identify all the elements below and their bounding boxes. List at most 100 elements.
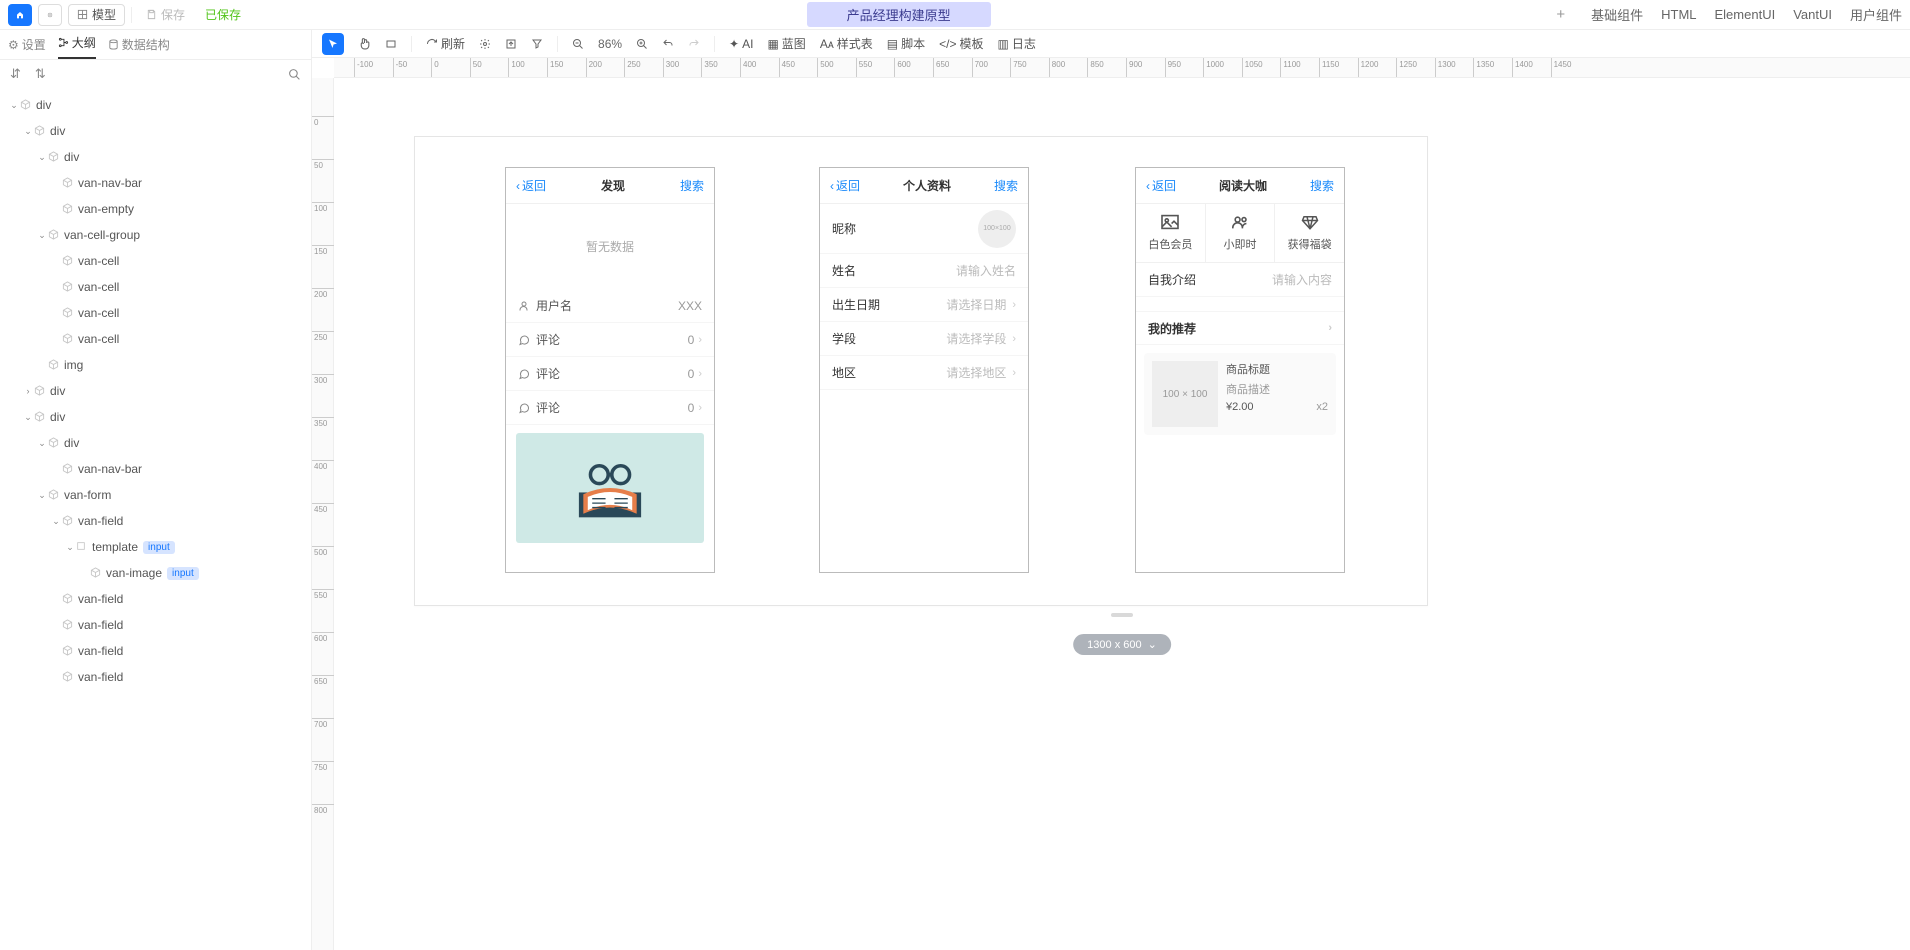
tree-row[interactable]: ⌄div <box>0 430 311 456</box>
tree-row[interactable]: ⌄van-cell-group <box>0 222 311 248</box>
stage[interactable]: ‹ 返回 发现 搜索 暂无数据 用户名 XXX 评论 0› <box>334 78 1910 950</box>
outline-tree[interactable]: ⌄div⌄div⌄divvan-nav-barvan-empty⌄van-cel… <box>0 88 311 950</box>
field-stage[interactable]: 学段请选择学段› <box>820 322 1028 356</box>
tree-row[interactable]: van-cell <box>0 326 311 352</box>
nav-title: 发现 <box>601 177 625 194</box>
tree-row[interactable]: van-imageinput <box>0 560 311 586</box>
tree-row[interactable]: ›div <box>0 378 311 404</box>
tree-row[interactable]: van-nav-bar <box>0 170 311 196</box>
avatar[interactable]: 100×100 <box>978 210 1016 248</box>
diamond-icon <box>1301 214 1319 230</box>
cell-comment[interactable]: 评论 0› <box>506 323 714 357</box>
collapse-icon[interactable]: ⇅ <box>35 66 46 82</box>
tree-row[interactable]: ⌄div <box>0 404 311 430</box>
undo[interactable] <box>662 38 674 50</box>
canvas-toolbar: 刷新 86% ✦ AI ▦ 蓝图 Aᴀ 样式表 ▤ 脚本 </> 模板 ▥ 日志 <box>312 30 1910 58</box>
card-desc: 商品描述 <box>1226 381 1328 397</box>
save-button[interactable]: 保存 <box>138 4 193 26</box>
tree-row[interactable]: img <box>0 352 311 378</box>
tree-row[interactable]: van-cell <box>0 274 311 300</box>
grid-gift[interactable]: 获得福袋 <box>1275 204 1344 262</box>
grid-instant[interactable]: 小即时 <box>1206 204 1276 262</box>
add-button[interactable]: + <box>1556 6 1565 23</box>
chevron-right-icon: › <box>698 402 702 414</box>
cell-comment[interactable]: 评论 0› <box>506 357 714 391</box>
tree-row[interactable]: ⌄van-field <box>0 508 311 534</box>
filter-icon[interactable] <box>531 38 543 50</box>
expand-icon[interactable]: ⇵ <box>10 66 21 82</box>
zoom-out[interactable] <box>572 38 584 50</box>
export-icon[interactable] <box>505 38 517 50</box>
back-button[interactable]: ‹ 返回 <box>516 177 546 194</box>
search-link[interactable]: 搜索 <box>994 177 1018 194</box>
script-button[interactable]: ▤ 脚本 <box>887 35 925 52</box>
cell-user[interactable]: 用户名 XXX <box>506 289 714 323</box>
home-button[interactable] <box>8 4 32 26</box>
redo[interactable] <box>688 38 700 50</box>
target-button[interactable] <box>38 4 62 26</box>
tree-row[interactable]: van-field <box>0 638 311 664</box>
home-icon <box>16 9 24 21</box>
topbar-center: 产品经理构建原型 <box>241 2 1556 27</box>
zoom-in[interactable] <box>636 38 648 50</box>
back-button[interactable]: ‹ 返回 <box>830 177 860 194</box>
cell-comment[interactable]: 评论 0› <box>506 391 714 425</box>
template-button[interactable]: </> 模板 <box>939 35 983 52</box>
tab-vantui[interactable]: VantUI <box>1793 7 1832 22</box>
field-birth[interactable]: 出生日期请选择日期› <box>820 288 1028 322</box>
tree-row[interactable]: van-empty <box>0 196 311 222</box>
card-title: 商品标题 <box>1226 361 1328 377</box>
navbar: ‹ 返回 阅读大咖 搜索 <box>1136 168 1344 204</box>
phone-discover[interactable]: ‹ 返回 发现 搜索 暂无数据 用户名 XXX 评论 0› <box>505 167 715 573</box>
tree-row[interactable]: van-cell <box>0 300 311 326</box>
tree-row[interactable]: van-cell <box>0 248 311 274</box>
style-button[interactable]: Aᴀ 样式表 <box>820 35 873 52</box>
tree-row[interactable]: ⌄div <box>0 118 311 144</box>
tree-row[interactable]: van-field <box>0 664 311 690</box>
field-intro[interactable]: 自我介绍请输入内容 <box>1136 263 1344 297</box>
resize-handle[interactable] <box>1111 613 1133 617</box>
grid-member[interactable]: 白色会员 <box>1136 204 1206 262</box>
search-link[interactable]: 搜索 <box>1310 177 1334 194</box>
cell-recommend[interactable]: 我的推荐› <box>1136 311 1344 345</box>
tab-data[interactable]: 数据结构 <box>108 36 170 59</box>
field-nickname[interactable]: 昵称 100×100 <box>820 204 1028 254</box>
tree-row[interactable]: ⌄div <box>0 92 311 118</box>
tab-user[interactable]: 用户组件 <box>1850 5 1902 24</box>
ruler-horizontal: -100-50050100150200250300350400450500550… <box>334 58 1910 78</box>
rect-tool[interactable] <box>385 38 397 50</box>
field-name[interactable]: 姓名请输入姓名 <box>820 254 1028 288</box>
field-area[interactable]: 地区请选择地区› <box>820 356 1028 390</box>
tab-basic[interactable]: 基础组件 <box>1591 5 1643 24</box>
search-link[interactable]: 搜索 <box>680 177 704 194</box>
tab-elementui[interactable]: ElementUI <box>1715 7 1776 22</box>
gear-icon[interactable] <box>479 38 491 50</box>
product-card[interactable]: 100 × 100 商品标题 商品描述 ¥2.00x2 <box>1144 353 1336 435</box>
phone-profile[interactable]: ‹ 返回 个人资料 搜索 昵称 100×100 姓名请输入姓名 出生日期请选择日… <box>819 167 1029 573</box>
phone-reader[interactable]: ‹ 返回 阅读大咖 搜索 白色会员 小即时 获得福袋 自我介绍请输入内容 我的 <box>1135 167 1345 573</box>
tab-settings[interactable]: ⚙设置 <box>8 36 46 59</box>
back-button[interactable]: ‹ 返回 <box>1146 177 1176 194</box>
zoom-level[interactable]: 86% <box>598 37 622 51</box>
tab-outline[interactable]: 大纲 <box>58 34 96 59</box>
comment-icon <box>518 402 530 414</box>
document-title[interactable]: 产品经理构建原型 <box>807 2 991 27</box>
refresh-button[interactable]: 刷新 <box>426 35 465 52</box>
size-indicator[interactable]: 1300 x 600⌄ <box>1073 634 1171 655</box>
tab-html[interactable]: HTML <box>1661 7 1696 22</box>
tree-row[interactable]: van-field <box>0 586 311 612</box>
tree-row[interactable]: ⌄templateinput <box>0 534 311 560</box>
ai-button[interactable]: ✦ AI <box>729 37 753 51</box>
tree-row[interactable]: van-field <box>0 612 311 638</box>
hand-tool[interactable] <box>358 37 371 50</box>
artboard[interactable]: ‹ 返回 发现 搜索 暂无数据 用户名 XXX 评论 0› <box>414 136 1428 606</box>
blueprint-button[interactable]: ▦ 蓝图 <box>767 35 805 52</box>
topbar-left: 模型 保存 已保存 <box>8 4 241 26</box>
model-button[interactable]: 模型 <box>68 4 125 26</box>
log-button[interactable]: ▥ 日志 <box>998 35 1036 52</box>
tree-row[interactable]: ⌄div <box>0 144 311 170</box>
pointer-tool[interactable] <box>322 33 344 55</box>
search-icon[interactable] <box>288 68 301 81</box>
tree-row[interactable]: van-nav-bar <box>0 456 311 482</box>
tree-row[interactable]: ⌄van-form <box>0 482 311 508</box>
